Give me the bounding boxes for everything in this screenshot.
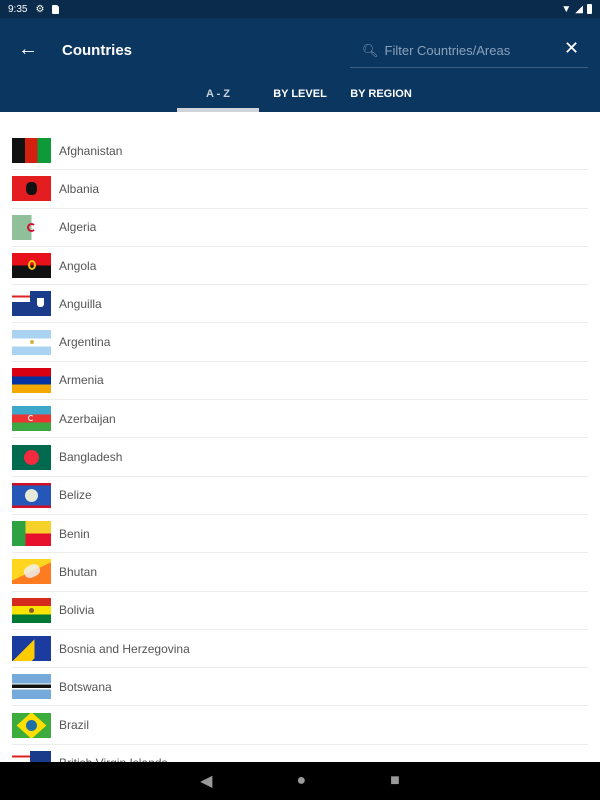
signal-icon: ◢ [575, 3, 583, 15]
flag-brazil-icon [12, 712, 51, 738]
list-item[interactable]: Argentina [12, 323, 588, 362]
list-item[interactable]: Bosnia and Herzegovina [12, 630, 588, 669]
search-field[interactable]: 🔍︎ [350, 34, 588, 68]
country-name: Brazil [59, 718, 90, 733]
country-name: Azerbaijan [59, 411, 116, 426]
country-name: Albania [59, 181, 100, 196]
country-name: Argentina [59, 335, 111, 350]
wifi-icon: ▼ [561, 3, 572, 15]
tab-by-region[interactable]: BY REGION [344, 84, 418, 112]
list-item[interactable]: Azerbaijan [12, 400, 588, 439]
page-title: Countries [62, 42, 133, 59]
flag-algeria-icon [12, 214, 51, 240]
list-item[interactable]: Brazil [12, 706, 588, 745]
list-item[interactable]: Bangladesh [12, 438, 588, 477]
nav-home-icon[interactable]: ● [296, 772, 306, 790]
country-name: Anguilla [59, 296, 102, 311]
arrow-left-icon[interactable]: ← [18, 38, 38, 61]
flag-botswana-icon [12, 674, 51, 700]
flag-british-virgin-islands-icon [12, 750, 51, 762]
country-name: Bosnia and Herzegovina [59, 641, 190, 656]
status-bar: 9:35 ⚙ ▼ ◢ [0, 0, 600, 18]
flag-belize-icon [12, 482, 51, 508]
flag-afghanistan-icon [12, 138, 51, 164]
flag-bosnia-icon [12, 636, 51, 661]
list-item[interactable]: Bhutan [12, 553, 588, 592]
flag-benin-icon [12, 521, 51, 547]
country-name: Algeria [59, 220, 97, 235]
list-item[interactable]: Algeria [12, 209, 588, 247]
flag-azerbaijan-icon [12, 406, 51, 432]
status-time: 9:35 [8, 3, 28, 15]
battery-icon [587, 4, 592, 14]
search-icon: 🔍︎ [362, 42, 379, 58]
list-item[interactable]: Albania [12, 170, 588, 209]
country-name: Bhutan [59, 564, 98, 579]
nav-back-icon[interactable]: ◀ [200, 771, 212, 791]
flag-anguilla-icon [12, 291, 51, 317]
app-bar: ← Countries 🔍︎ ✕ A - Z BY LEVEL BY REGIO… [0, 18, 600, 112]
country-name: Botswana [59, 679, 112, 694]
close-icon[interactable]: ✕ [564, 38, 579, 59]
country-name: Angola [59, 258, 97, 273]
navigation-bar: ◀ ● ■ [0, 762, 600, 800]
tab-a-z[interactable]: A - Z [177, 84, 259, 112]
country-list[interactable]: Afghanistan Albania Algeria Angola Angui… [0, 132, 600, 762]
sd-card-icon [52, 4, 60, 14]
flag-argentina-icon [12, 329, 51, 355]
list-item[interactable]: Armenia [12, 362, 588, 401]
flag-angola-icon [12, 253, 51, 279]
settings-icon: ⚙ [35, 3, 45, 15]
list-item[interactable]: Bolivia [12, 592, 588, 630]
search-input[interactable] [384, 43, 555, 58]
list-item[interactable]: Angola [12, 247, 588, 286]
list-item[interactable]: Botswana [12, 668, 588, 707]
tab-bar: A - Z BY LEVEL BY REGION [0, 84, 600, 112]
country-name: Belize [59, 488, 92, 503]
tab-by-level[interactable]: BY LEVEL [266, 84, 334, 112]
country-name: Armenia [59, 373, 104, 388]
flag-armenia-icon [12, 367, 51, 393]
flag-bangladesh-icon [12, 444, 51, 470]
country-name: Bangladesh [59, 450, 123, 465]
list-item[interactable]: Benin [12, 515, 588, 554]
list-item[interactable]: Anguilla [12, 285, 588, 324]
country-name: Bolivia [59, 603, 95, 618]
flag-bhutan-icon [12, 559, 51, 585]
country-name: Afghanistan [59, 143, 123, 158]
list-item[interactable]: Belize [12, 477, 588, 515]
flag-bolivia-icon [12, 597, 51, 623]
country-name: Benin [59, 526, 90, 541]
list-item[interactable]: Afghanistan [12, 132, 588, 171]
nav-recents-icon[interactable]: ■ [390, 772, 400, 790]
flag-albania-icon [12, 176, 51, 202]
list-item[interactable]: British Virgin Islands [12, 745, 588, 762]
